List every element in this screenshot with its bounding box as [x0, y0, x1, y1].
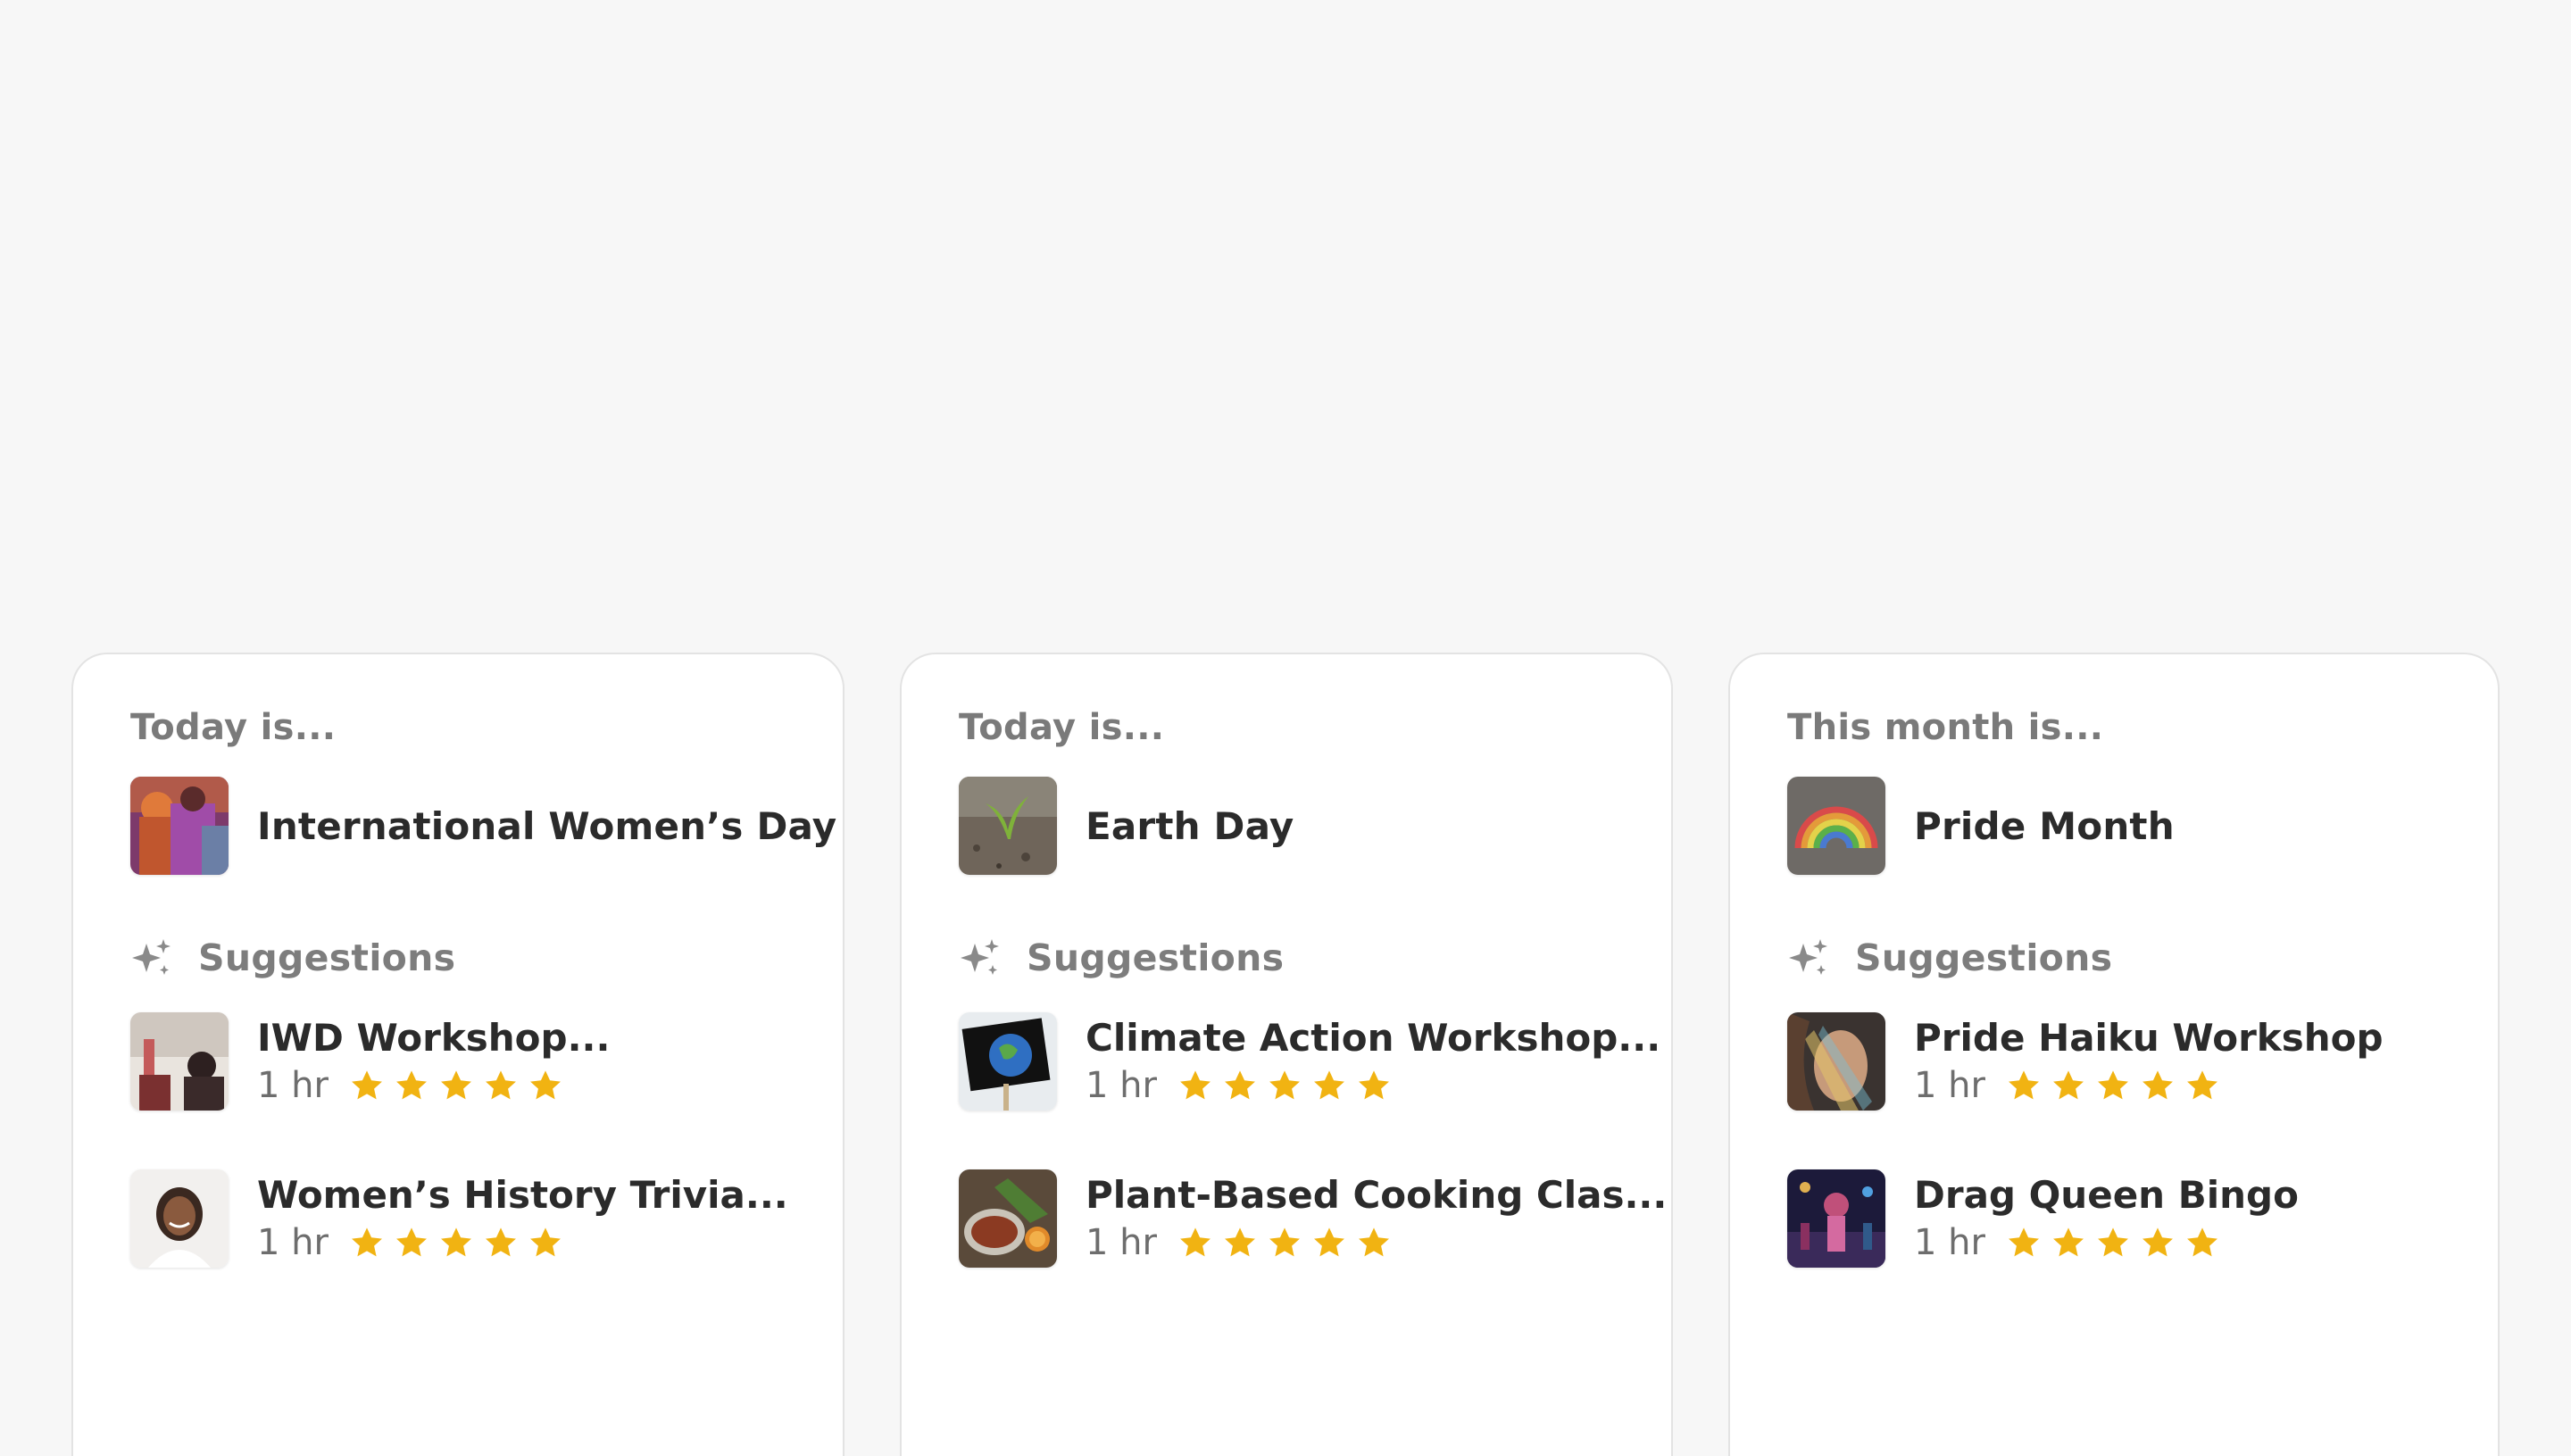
event-name: International Women’s Day — [257, 803, 837, 848]
duration-label: 1 hr — [257, 1065, 329, 1106]
star-icon — [441, 1070, 471, 1100]
star-icon — [441, 1227, 471, 1257]
star-icon — [2142, 1227, 2173, 1257]
star-icon — [2009, 1070, 2039, 1100]
star-icon — [1359, 1070, 1389, 1100]
featured-event[interactable]: Pride Month — [1787, 776, 2441, 876]
star-icon — [530, 1070, 561, 1100]
star-icon — [1269, 1227, 1300, 1257]
suggestion-thumbnail — [130, 1012, 229, 1111]
duration-label: 1 hr — [1914, 1065, 1985, 1106]
suggestion-thumbnail — [1787, 1169, 1885, 1268]
suggestion-item[interactable]: Climate Action Workshop... 1 hr — [959, 1011, 1660, 1111]
suggestions-header: Suggestions — [130, 933, 786, 983]
event-name: Pride Month — [1914, 803, 2175, 848]
star-icon — [1314, 1227, 1344, 1257]
star-rating — [350, 1226, 562, 1260]
star-icon — [1225, 1070, 1255, 1100]
featured-event[interactable]: International Women’s Day — [130, 776, 836, 876]
star-icon — [1359, 1227, 1389, 1257]
star-icon — [1314, 1070, 1344, 1100]
suggestion-thumbnail — [1787, 1012, 1885, 1111]
suggestion-meta: 1 hr — [1086, 1063, 1660, 1108]
star-icon — [352, 1227, 382, 1257]
suggestions-header: Suggestions — [959, 933, 1614, 983]
event-name: Earth Day — [1086, 803, 1294, 848]
suggestion-meta: 1 hr — [257, 1063, 610, 1108]
suggestion-thumbnail — [130, 1169, 229, 1268]
star-icon — [396, 1070, 427, 1100]
event-card-earth-day[interactable]: Today is... Earth Day Suggestions Climat… — [900, 653, 1673, 1456]
suggestions-header: Suggestions — [1787, 933, 2441, 983]
suggestion-thumbnail — [959, 1012, 1057, 1111]
star-icon — [2187, 1070, 2217, 1100]
suggestion-title: Climate Action Workshop... — [1086, 1016, 1661, 1060]
star-rating — [2007, 1069, 2219, 1102]
star-icon — [352, 1070, 382, 1100]
suggestion-item[interactable]: Pride Haiku Workshop 1 hr — [1787, 1011, 2441, 1111]
suggestion-item[interactable]: Plant-Based Cooking Clas... 1 hr — [959, 1169, 1667, 1269]
star-icon — [1225, 1227, 1255, 1257]
card-heading: Today is... — [959, 707, 1165, 748]
duration-label: 1 hr — [1086, 1222, 1157, 1263]
suggestion-title: IWD Workshop... — [257, 1016, 611, 1060]
suggestion-meta: 1 hr — [1914, 1220, 2299, 1265]
star-icon — [530, 1227, 561, 1257]
suggestion-title: Pride Haiku Workshop — [1914, 1016, 2384, 1060]
sparkle-icon — [961, 939, 999, 975]
event-card-pride-month[interactable]: This month is... Pride Month Suggestions… — [1728, 653, 2500, 1456]
suggestion-title: Women’s History Trivia... — [257, 1173, 788, 1217]
suggestion-meta: 1 hr — [1914, 1063, 2384, 1108]
suggestion-title: Drag Queen Bingo — [1914, 1173, 2299, 1217]
star-icon — [2142, 1070, 2173, 1100]
card-heading: This month is... — [1787, 707, 2104, 748]
suggestion-item[interactable]: IWD Workshop... 1 hr — [130, 1011, 786, 1111]
suggestion-meta: 1 hr — [1086, 1220, 1667, 1265]
event-thumbnail — [1787, 777, 1885, 875]
star-rating — [2007, 1226, 2219, 1260]
duration-label: 1 hr — [1914, 1222, 1985, 1263]
suggestions-label: Suggestions — [198, 936, 456, 979]
star-icon — [1180, 1070, 1211, 1100]
star-icon — [396, 1227, 427, 1257]
star-icon — [486, 1070, 516, 1100]
card-heading: Today is... — [130, 707, 337, 748]
suggestion-meta: 1 hr — [257, 1220, 788, 1265]
suggestion-thumbnail — [959, 1169, 1057, 1268]
event-cards-row: Today is... International Women’s Day Su… — [71, 653, 2500, 1456]
sparkle-icon — [1789, 939, 1827, 975]
featured-event[interactable]: Earth Day — [959, 776, 1614, 876]
event-card-womens-day[interactable]: Today is... International Women’s Day Su… — [71, 653, 845, 1456]
star-icon — [486, 1227, 516, 1257]
suggestions-label: Suggestions — [1855, 936, 2113, 979]
event-thumbnail — [130, 777, 229, 875]
star-icon — [2187, 1227, 2217, 1257]
star-icon — [1180, 1227, 1211, 1257]
star-icon — [2098, 1227, 2128, 1257]
suggestion-item[interactable]: Women’s History Trivia... 1 hr — [130, 1169, 788, 1269]
star-rating — [350, 1069, 562, 1102]
suggestions-label: Suggestions — [1027, 936, 1285, 979]
duration-label: 1 hr — [257, 1222, 329, 1263]
suggestion-title: Plant-Based Cooking Clas... — [1086, 1173, 1668, 1217]
duration-label: 1 hr — [1086, 1065, 1157, 1106]
star-rating — [1178, 1226, 1391, 1260]
suggestion-item[interactable]: Drag Queen Bingo 1 hr — [1787, 1169, 2441, 1269]
star-icon — [1269, 1070, 1300, 1100]
star-icon — [2053, 1227, 2084, 1257]
star-icon — [2053, 1070, 2084, 1100]
event-thumbnail — [959, 777, 1057, 875]
star-icon — [2009, 1227, 2039, 1257]
sparkle-icon — [132, 939, 171, 975]
star-rating — [1178, 1069, 1391, 1102]
star-icon — [2098, 1070, 2128, 1100]
